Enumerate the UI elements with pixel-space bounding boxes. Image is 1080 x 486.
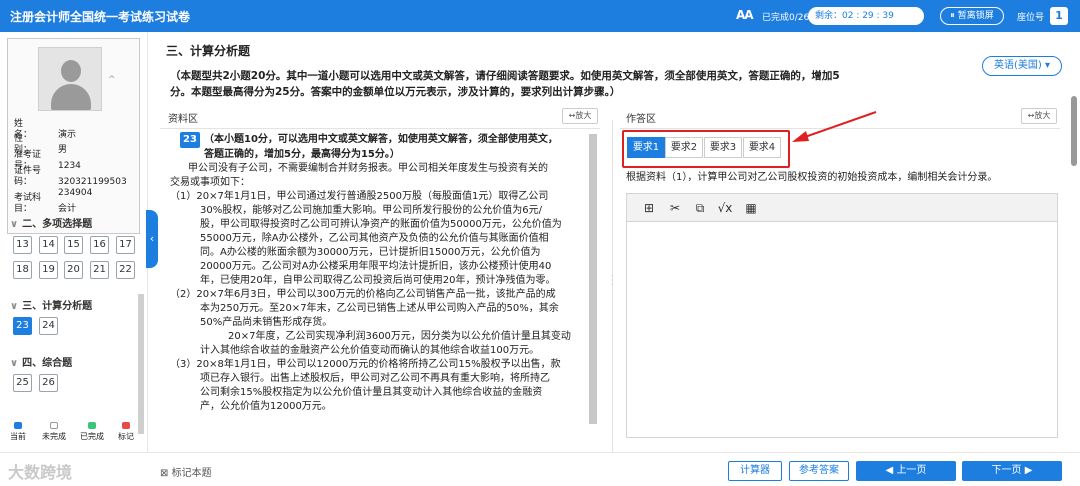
chevron-down-icon: ∨: [10, 219, 19, 230]
mark-question-button[interactable]: ⊠ 标记本题: [160, 464, 212, 479]
material-title: 资料区: [168, 114, 198, 125]
question-23[interactable]: 23: [13, 317, 32, 335]
drag-handle-icon[interactable]: · · ·: [611, 273, 614, 289]
copy-icon[interactable]: ⧉: [692, 200, 708, 216]
tab-requirement-2[interactable]: 要求2: [665, 137, 703, 158]
reference-answer-button[interactable]: 参考答案: [789, 461, 849, 481]
question-24[interactable]: 24: [39, 317, 58, 335]
chevron-down-icon: ∨: [10, 301, 19, 312]
question-13[interactable]: 13: [13, 236, 32, 254]
avatar: [38, 47, 102, 111]
chevron-left-icon: ‹: [149, 232, 155, 245]
timer: 剩余：02 : 29 : 39: [808, 7, 924, 25]
question-15[interactable]: 15: [64, 236, 83, 254]
candidate-card: ^ 姓 名： 演示 性 别：男 准考证号： 1234 证件号码： 3203211995…: [7, 38, 140, 234]
collapse-sidebar-button[interactable]: ‹: [146, 210, 158, 268]
material-content: 23 （本小题10分，可以选用中文或英文解答，如使用英文解答，须全部使用英文， 答…: [170, 132, 571, 412]
legend-marked: 标记: [112, 422, 140, 442]
chevron-down-icon: ∨: [10, 358, 19, 369]
tab-requirement-1[interactable]: 要求1: [627, 137, 665, 158]
question-17[interactable]: 17: [116, 236, 135, 254]
legend-current: 当前: [4, 422, 32, 442]
material-divider: [160, 128, 600, 129]
chevron-right-icon: ▶: [1024, 465, 1033, 476]
legend-unfinished: 未完成: [40, 422, 68, 442]
candidate-subject: 考试科目： 会计: [14, 193, 77, 214]
annotation-arrow: [792, 111, 877, 142]
special-char-icon[interactable]: ⊞: [641, 200, 657, 216]
caret-down-icon: ▾: [1044, 60, 1051, 71]
nav-section-multi[interactable]: ∨ 二、多项选择题: [10, 215, 92, 230]
next-page-button[interactable]: 下一页 ▶: [962, 461, 1062, 481]
answer-title: 作答区: [626, 114, 656, 125]
nav-section-comp[interactable]: ∨ 四、综合题: [10, 354, 72, 369]
cut-icon[interactable]: ✂: [667, 200, 683, 216]
question-19[interactable]: 19: [39, 261, 58, 279]
chevron-up-icon[interactable]: ^: [108, 75, 116, 85]
question-number-badge: 23: [180, 132, 200, 148]
question-16[interactable]: 16: [90, 236, 109, 254]
answer-editor[interactable]: ⊞ ✂ ⧉ √x ▦: [626, 193, 1058, 438]
answer-zoom-button[interactable]: ↔放大: [1021, 108, 1057, 124]
exam-title: 注册会计师全国统一考试练习试卷: [10, 10, 191, 24]
top-bar: 注册会计师全国统一考试练习试卷 AA 已完成0/26题 剩余：02 : 29 :…: [0, 0, 1080, 32]
language-select[interactable]: 英语(美国) ▾: [982, 56, 1062, 76]
lock-screen-label: 暂离锁屏: [957, 11, 994, 21]
question-25[interactable]: 25: [13, 374, 32, 392]
sidebar-scrollbar[interactable]: [138, 294, 144, 434]
table-icon[interactable]: ▦: [743, 200, 759, 216]
section-instructions: （本题型共2小题20分。其中一道小题可以选用中文或英文解答，请仔细阅读答题要求。…: [170, 70, 840, 98]
seat-label: 座位号: [1017, 13, 1045, 23]
section-title: 三、计算分析题: [166, 44, 251, 58]
lock-screen-button[interactable]: ⏸ 暂离锁屏: [940, 7, 1004, 25]
sidebar: ^ 姓 名： 演示 性 别：男 准考证号： 1234 证件号码： 3203211995…: [0, 32, 148, 452]
footer-bar: 大数跨境 ⊠ 标记本题 计算器 参考答案 ◀ 上一页 下一页 ▶: [0, 452, 1080, 486]
legend-finished: 已完成: [78, 422, 106, 442]
font-size-icon[interactable]: AA: [736, 8, 754, 22]
nav-section-calc[interactable]: ∨ 三、计算分析题: [10, 297, 92, 312]
requirement-text: 根据资料（1），计算甲公司对乙公司股权投资的初始投资成本，编制相关会计分录。: [626, 172, 998, 183]
watermark: 大数跨境: [8, 463, 73, 482]
material-zoom-button[interactable]: ↔放大: [562, 108, 598, 124]
question-14[interactable]: 14: [39, 236, 58, 254]
formula-icon[interactable]: √x: [717, 200, 733, 216]
bookmark-icon: ⊠: [160, 468, 169, 479]
avatar-head: [61, 60, 81, 82]
prev-page-button[interactable]: ◀ 上一页: [856, 461, 956, 481]
seat-number: 1: [1050, 7, 1068, 25]
question-26[interactable]: 26: [39, 374, 58, 392]
page-scrollbar[interactable]: [1071, 96, 1077, 166]
tab-requirement-3[interactable]: 要求3: [704, 137, 742, 158]
tab-requirement-4[interactable]: 要求4: [743, 137, 781, 158]
avatar-body: [51, 84, 91, 110]
editor-toolbar: ⊞ ✂ ⧉ √x ▦: [627, 194, 1057, 222]
calculator-button[interactable]: 计算器: [728, 461, 782, 481]
question-21[interactable]: 21: [90, 261, 109, 279]
question-18[interactable]: 18: [13, 261, 32, 279]
material-scrollbar[interactable]: [589, 134, 597, 424]
chevron-left-icon: ◀: [885, 465, 894, 476]
question-20[interactable]: 20: [64, 261, 83, 279]
question-22[interactable]: 22: [116, 261, 135, 279]
pause-icon: ⏸: [950, 11, 955, 21]
